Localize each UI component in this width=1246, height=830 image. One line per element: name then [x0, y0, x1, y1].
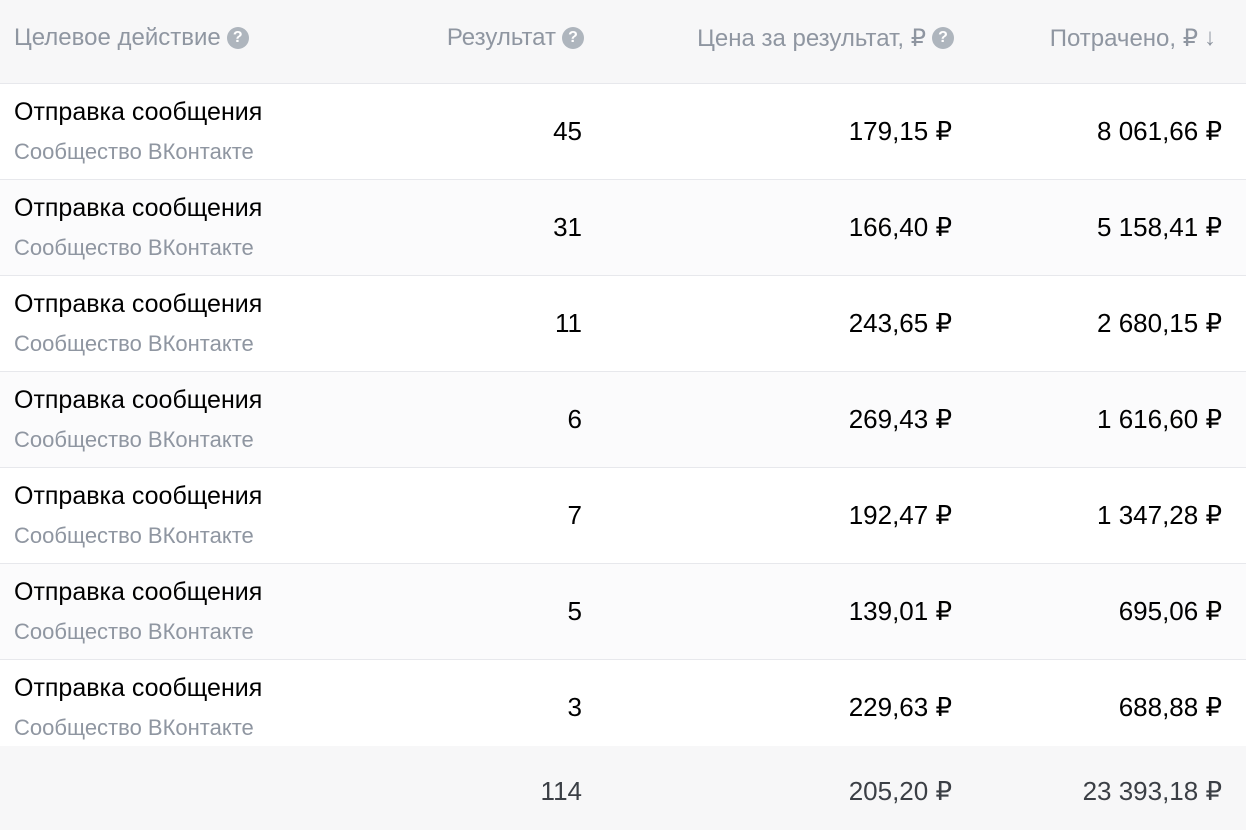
total-price-per-result-value: 205,20 ₽ [848, 776, 952, 806]
target-action-name: Отправка сообщения [14, 482, 263, 510]
spent-value: 1 616,60 ₽ [1097, 404, 1222, 434]
column-header-label: Потрачено, ₽ [1049, 24, 1198, 52]
table-row[interactable]: Отправка сообщения Сообщество ВКонтакте … [0, 660, 1246, 756]
target-action-name: Отправка сообщения [14, 290, 263, 318]
target-action-name: Отправка сообщения [14, 674, 263, 702]
table-row[interactable]: Отправка сообщения Сообщество ВКонтакте … [0, 180, 1246, 276]
result-value: 5 [567, 596, 582, 626]
column-header-label: Целевое действие [14, 24, 221, 51]
result-value: 45 [553, 116, 582, 146]
price-per-result-value: 139,01 ₽ [848, 596, 952, 626]
column-header-price-per-result[interactable]: Цена за результат, ₽ ? [697, 22, 954, 54]
target-action-source: Сообщество ВКонтакте [14, 235, 254, 260]
column-header-result[interactable]: Результат ? [447, 22, 584, 54]
column-header-spent[interactable]: Потрачено, ₽ ↓ [1050, 22, 1216, 54]
target-action-source: Сообщество ВКонтакте [14, 523, 254, 548]
price-per-result-value: 166,40 ₽ [848, 212, 952, 242]
price-per-result-value: 229,63 ₽ [848, 692, 952, 722]
table-row[interactable]: Отправка сообщения Сообщество ВКонтакте … [0, 564, 1246, 660]
target-action-source: Сообщество ВКонтакте [14, 715, 254, 740]
target-action-name: Отправка сообщения [14, 98, 263, 126]
help-icon[interactable]: ? [562, 27, 584, 49]
spent-value: 8 061,66 ₽ [1097, 116, 1222, 146]
result-value: 11 [555, 308, 582, 338]
result-value: 6 [567, 404, 582, 434]
column-header-label: Цена за результат, ₽ [697, 24, 926, 52]
price-per-result-value: 192,47 ₽ [848, 500, 952, 530]
column-header-label: Результат [446, 24, 556, 51]
sort-down-arrow-icon[interactable]: ↓ [1204, 24, 1216, 52]
help-icon[interactable]: ? [226, 27, 249, 49]
price-per-result-value: 243,65 ₽ [848, 308, 952, 338]
target-action-name: Отправка сообщения [14, 194, 263, 222]
result-value: 3 [567, 692, 582, 722]
target-action-source: Сообщество ВКонтакте [14, 619, 254, 644]
spent-value: 2 680,15 ₽ [1097, 308, 1222, 338]
total-result-value: 114 [540, 776, 582, 806]
table-body: Отправка сообщения Сообщество ВКонтакте … [0, 84, 1246, 756]
help-icon[interactable]: ? [932, 27, 954, 49]
stats-table: Целевое действие ? Результат ? Цена за р… [0, 0, 1246, 830]
spent-value: 695,06 ₽ [1118, 596, 1222, 626]
table-header: Целевое действие ? Результат ? Цена за р… [0, 0, 1246, 84]
table-row[interactable]: Отправка сообщения Сообщество ВКонтакте … [0, 276, 1246, 372]
target-action-source: Сообщество ВКонтакте [14, 331, 254, 356]
target-action-name: Отправка сообщения [14, 578, 263, 606]
totals-row: 114 205,20 ₽ 23 393,18 ₽ [0, 746, 1246, 830]
column-header-target-action[interactable]: Целевое действие ? [14, 22, 249, 54]
spent-value: 688,88 ₽ [1118, 692, 1222, 722]
spent-value: 5 158,41 ₽ [1097, 212, 1222, 242]
price-per-result-value: 179,15 ₽ [848, 116, 952, 146]
table-row[interactable]: Отправка сообщения Сообщество ВКонтакте … [0, 468, 1246, 564]
result-value: 31 [553, 212, 582, 242]
price-per-result-value: 269,43 ₽ [848, 404, 952, 434]
target-action-source: Сообщество ВКонтакте [14, 427, 254, 452]
table-row[interactable]: Отправка сообщения Сообщество ВКонтакте … [0, 372, 1246, 468]
target-action-name: Отправка сообщения [14, 386, 263, 414]
table-row[interactable]: Отправка сообщения Сообщество ВКонтакте … [0, 84, 1246, 180]
total-spent-value: 23 393,18 ₽ [1082, 776, 1222, 806]
result-value: 7 [567, 500, 582, 530]
target-action-source: Сообщество ВКонтакте [14, 139, 254, 164]
spent-value: 1 347,28 ₽ [1097, 500, 1222, 530]
